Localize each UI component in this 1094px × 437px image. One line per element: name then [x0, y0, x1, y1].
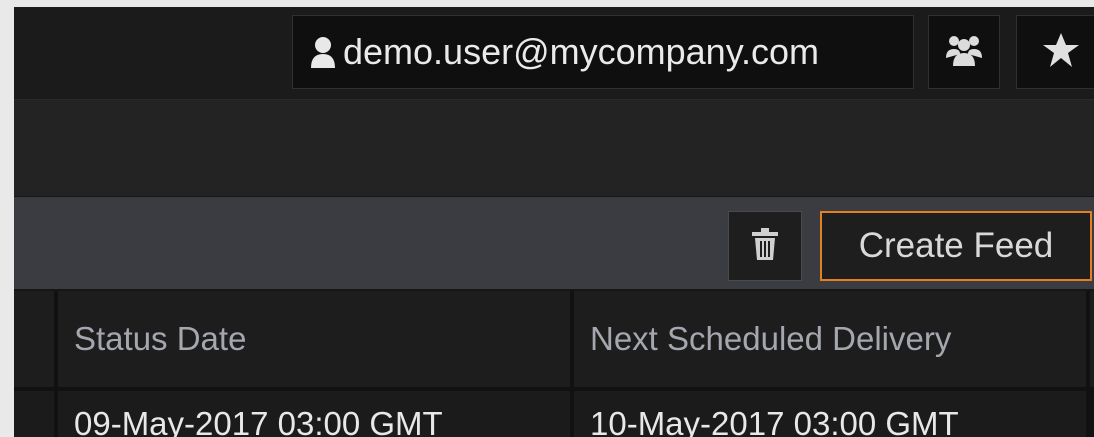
create-feed-button[interactable]: Create Feed — [820, 211, 1092, 281]
person-icon — [309, 32, 337, 72]
people-icon — [944, 32, 984, 73]
user-account-button[interactable]: demo.user@mycompany.com — [292, 15, 914, 89]
secondary-bar — [14, 99, 1094, 196]
user-email-label: demo.user@mycompany.com — [343, 31, 820, 72]
table-cell — [14, 391, 54, 437]
trash-icon — [750, 227, 780, 266]
feeds-toolbar: Create Feed — [14, 197, 1094, 289]
table-header-cell — [14, 291, 54, 387]
next-delivery-cell: 10-May-2017 03:00 GMT — [574, 391, 1086, 437]
top-navigation-bar: demo.user@mycompany.com — [14, 7, 1094, 99]
table-header-cell — [1090, 291, 1094, 387]
column-header-status-date[interactable]: Status Date — [58, 291, 570, 387]
team-button[interactable] — [928, 15, 1000, 89]
column-header-next-scheduled-delivery[interactable]: Next Scheduled Delivery — [574, 291, 1086, 387]
status-date-cell: 09-May-2017 03:00 GMT — [58, 391, 570, 437]
delete-button[interactable] — [728, 211, 802, 281]
feeds-table: Status Date Next Scheduled Delivery 09-M… — [14, 291, 1094, 437]
favorites-button[interactable] — [1016, 15, 1094, 89]
app-window: demo.user@mycompany.com Create Feed Stat… — [14, 7, 1094, 437]
star-icon — [1042, 32, 1080, 73]
